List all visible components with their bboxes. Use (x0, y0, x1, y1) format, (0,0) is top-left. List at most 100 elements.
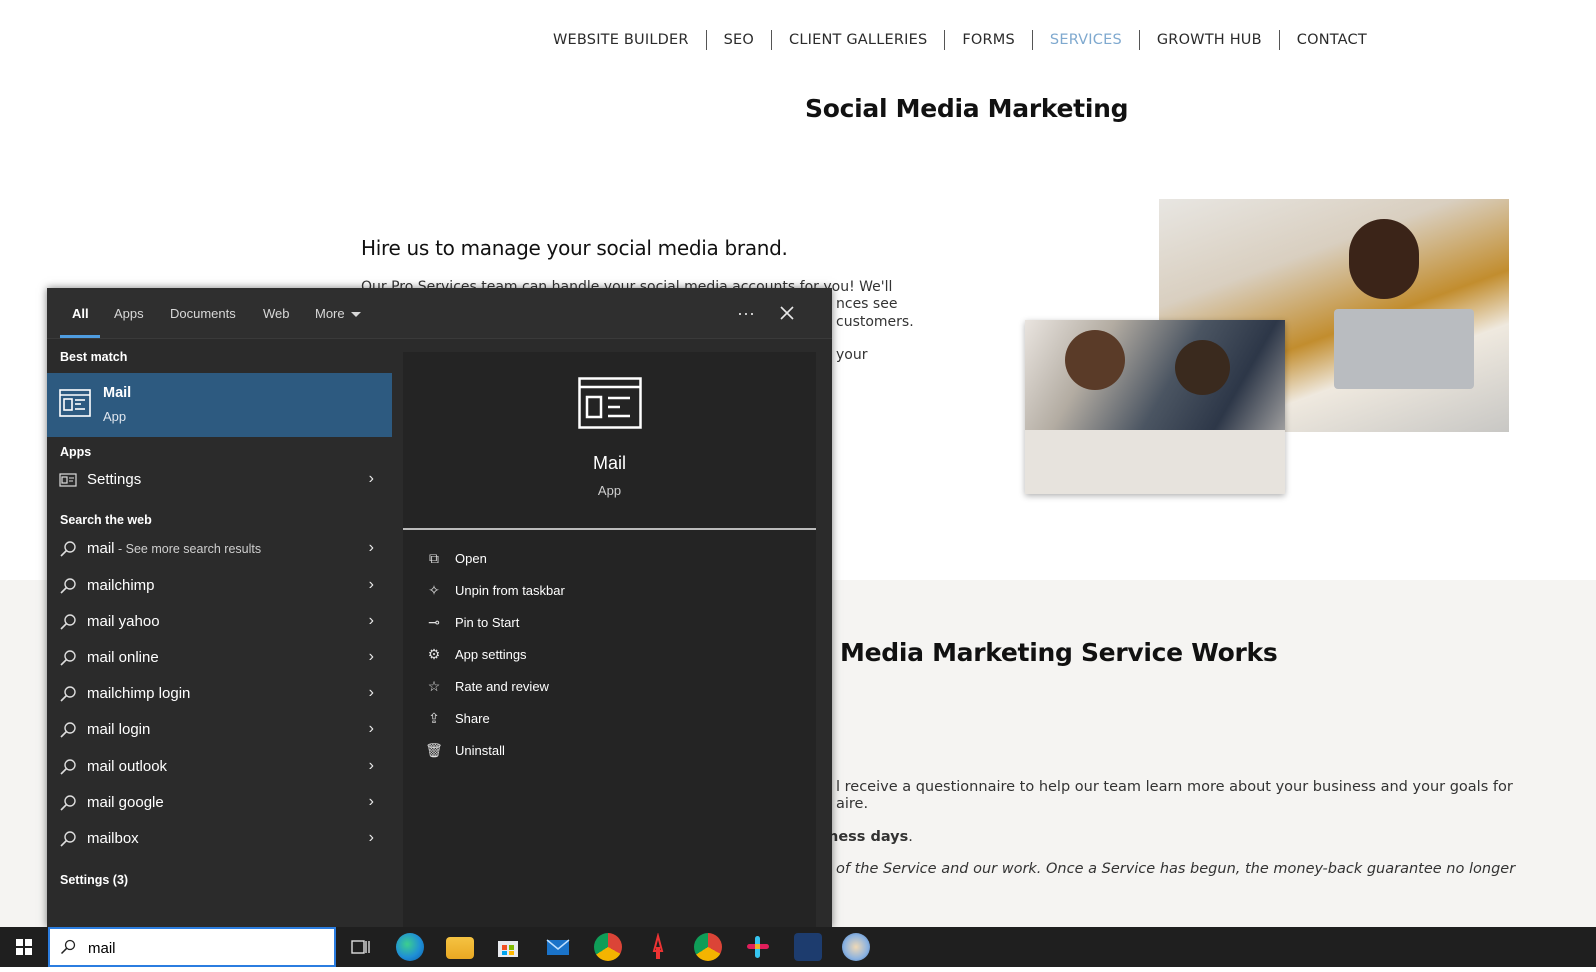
chevron-right-icon[interactable]: › (369, 470, 374, 488)
web-result[interactable]: mail google › (47, 786, 392, 820)
search-icon (60, 650, 76, 666)
web-result-see-more[interactable]: mail - See more search results › (47, 532, 392, 566)
best-match-subtitle: App (103, 409, 127, 424)
best-match-mail[interactable]: Mail App (47, 373, 392, 437)
phone-app-icon[interactable] (794, 933, 822, 961)
nav-forms[interactable]: FORMS (945, 30, 1033, 50)
action-app-settings[interactable]: ⚙ App settings (425, 640, 805, 668)
web-result[interactable]: mailchimp login › (47, 677, 392, 711)
action-label: Open (455, 551, 487, 566)
action-label: Unpin from taskbar (455, 583, 565, 598)
chevron-right-icon[interactable]: › (369, 648, 374, 666)
search-web-label: Search the web (60, 513, 152, 527)
web-result[interactable]: mailbox › (47, 822, 392, 856)
chevron-right-icon[interactable]: › (369, 612, 374, 630)
page-title: Social Media Marketing (805, 94, 1129, 123)
taskbar-search-box[interactable] (48, 927, 336, 967)
tab-web[interactable]: Web (263, 288, 290, 339)
photo-person (1175, 340, 1230, 395)
detail-subtitle: App (597, 483, 622, 498)
search-icon (60, 794, 76, 811)
tab-more-label: More (315, 306, 345, 321)
photo-person (1349, 219, 1419, 299)
web-result[interactable]: mail login › (47, 713, 392, 747)
mail-icon[interactable] (544, 933, 572, 961)
chrome-icon[interactable] (594, 933, 622, 961)
see-more-text: - See more search results (114, 542, 262, 556)
result-label: mail online (87, 649, 159, 667)
action-open[interactable]: ⧉ Open (425, 544, 805, 572)
result-settings[interactable]: Settings › (47, 463, 392, 497)
result-detail-pane: Mail App ⧉ Open ✧ Unpin from taskbar ⊸ Pin … (403, 352, 816, 927)
search-icon (60, 541, 76, 557)
action-pin-start[interactable]: ⊸ Pin to Start (425, 608, 805, 636)
works-text-line: ness days. (828, 829, 913, 846)
windows-logo-icon (16, 939, 32, 955)
chevron-right-icon[interactable]: › (369, 757, 374, 775)
works-text-line: aire. (836, 796, 869, 812)
search-icon (60, 758, 76, 775)
how-it-works-heading: Media Marketing Service Works (840, 638, 1278, 667)
photo-table (1025, 430, 1285, 494)
nav-website-builder[interactable]: WEBSITE BUILDER (540, 30, 707, 50)
chevron-right-icon[interactable]: › (369, 829, 374, 847)
edge-icon[interactable] (396, 933, 424, 961)
tab-more[interactable]: More (315, 288, 361, 339)
photo-person (1065, 330, 1125, 390)
nav-growth-hub[interactable]: GROWTH HUB (1140, 30, 1280, 50)
nav-contact[interactable]: CONTACT (1280, 30, 1384, 50)
action-label: Share (455, 711, 490, 726)
search-icon (60, 830, 76, 847)
store-icon[interactable] (494, 933, 522, 961)
tab-apps[interactable]: Apps (114, 288, 144, 339)
star-icon: ☆ (427, 678, 441, 694)
trash-icon: 🗑 (425, 742, 443, 758)
search-flyout-header: All Apps Documents Web More ··· (47, 288, 832, 339)
web-result[interactable]: mail outlook › (47, 750, 392, 784)
start-button[interactable] (0, 927, 48, 967)
nav-client-galleries[interactable]: CLIENT GALLERIES (772, 30, 946, 50)
search-icon (60, 722, 76, 738)
section-heading: Hire us to manage your social media bran… (361, 236, 788, 260)
chevron-right-icon[interactable]: › (369, 684, 374, 702)
more-options-icon[interactable]: ··· (733, 300, 759, 326)
action-share[interactable]: ⇪ Share (425, 704, 805, 732)
mail-app-icon (59, 389, 91, 417)
nav-seo[interactable]: SEO (707, 30, 773, 50)
search-icon (60, 686, 76, 702)
result-label: mail yahoo (87, 613, 160, 631)
action-label: Rate and review (455, 679, 549, 694)
chevron-right-icon[interactable]: › (369, 793, 374, 811)
share-icon: ⇪ (428, 710, 440, 726)
slack-icon[interactable] (744, 933, 772, 961)
tab-all[interactable]: All (72, 288, 89, 339)
close-icon[interactable] (774, 300, 800, 326)
tab-documents[interactable]: Documents (170, 288, 236, 339)
web-result[interactable]: mail yahoo › (47, 605, 392, 639)
file-explorer-icon[interactable] (446, 937, 474, 959)
action-unpin-taskbar[interactable]: ✧ Unpin from taskbar (425, 576, 805, 604)
acrobat-icon[interactable] (644, 932, 672, 961)
works-text-line: l receive a questionnaire to help our te… (836, 779, 1513, 795)
open-icon: ⧉ (429, 550, 439, 566)
nav-services[interactable]: SERVICES (1033, 30, 1140, 50)
action-label: Uninstall (455, 743, 505, 758)
task-view-icon[interactable] (346, 933, 374, 961)
result-label: Settings (87, 471, 142, 488)
action-uninstall[interactable]: 🗑 Uninstall (425, 736, 805, 764)
web-result[interactable]: mailchimp › (47, 569, 392, 603)
search-input[interactable] (88, 937, 318, 959)
intro-text-line: your (836, 347, 868, 363)
result-label: mail google (87, 793, 164, 811)
paint-icon[interactable] (842, 933, 870, 961)
settings-app-icon (59, 473, 77, 487)
search-icon (60, 939, 76, 955)
action-rate-review[interactable]: ☆ Rate and review (425, 672, 805, 700)
chrome-profile-icon[interactable] (694, 933, 722, 961)
web-result[interactable]: mail online › (47, 641, 392, 675)
chevron-right-icon[interactable]: › (369, 720, 374, 738)
action-label: App settings (455, 647, 527, 662)
search-flyout: All Apps Documents Web More ··· Best mat… (47, 288, 832, 927)
chevron-right-icon[interactable]: › (369, 539, 374, 557)
chevron-right-icon[interactable]: › (369, 576, 374, 594)
